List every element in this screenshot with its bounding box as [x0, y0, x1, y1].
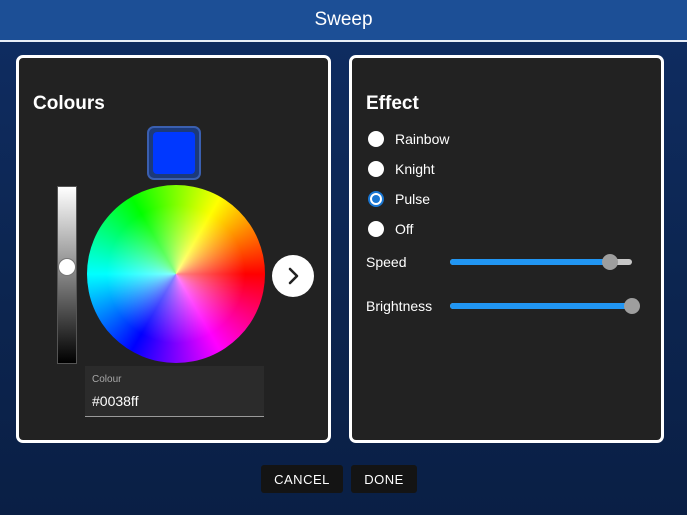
brightness-slider[interactable] — [450, 298, 640, 314]
speed-slider-thumb[interactable] — [602, 254, 619, 270]
color-swatch — [153, 132, 195, 174]
speed-label: Speed — [366, 254, 407, 270]
radio-button[interactable] — [368, 221, 384, 237]
radio-label: Rainbow — [395, 131, 450, 147]
radio-label: Off — [395, 221, 414, 237]
colours-heading: Colours — [33, 93, 105, 114]
effect-heading: Effect — [366, 93, 419, 114]
radio-rainbow[interactable]: Rainbow — [368, 129, 449, 149]
colour-field[interactable]: Colour #0038ff — [85, 366, 264, 417]
color-wheel[interactable] — [87, 185, 265, 363]
radio-label: Knight — [395, 161, 435, 177]
brightness-slider-thumb[interactable] — [624, 298, 640, 314]
title-bar: Sweep — [0, 0, 687, 42]
speed-slider[interactable] — [450, 254, 632, 270]
effect-panel: Effect Rainbow Knight Pulse Off Speed Br… — [349, 55, 664, 443]
radio-pulse[interactable]: Pulse — [368, 189, 430, 209]
brightness-slider-fill — [450, 303, 632, 309]
radio-button[interactable] — [368, 191, 384, 207]
colour-field-label: Colour — [92, 374, 122, 385]
done-button[interactable]: DONE — [351, 465, 417, 493]
radio-button[interactable] — [368, 161, 384, 177]
next-button[interactable] — [272, 255, 314, 297]
cancel-button[interactable]: CANCEL — [261, 465, 343, 493]
radio-knight[interactable]: Knight — [368, 159, 435, 179]
radio-button[interactable] — [368, 131, 384, 147]
brightness-label: Brightness — [366, 298, 433, 314]
brightness-vertical-thumb[interactable] — [58, 258, 76, 276]
colour-field-value[interactable]: #0038ff — [92, 393, 138, 409]
radio-off[interactable]: Off — [368, 219, 413, 239]
radio-label: Pulse — [395, 191, 431, 207]
window-title: Sweep — [314, 9, 373, 30]
chevron-right-icon — [288, 267, 299, 285]
color-swatch-frame[interactable] — [147, 126, 201, 180]
colours-panel: Colours Colour #0038ff — [16, 55, 331, 443]
speed-slider-fill — [450, 259, 611, 265]
